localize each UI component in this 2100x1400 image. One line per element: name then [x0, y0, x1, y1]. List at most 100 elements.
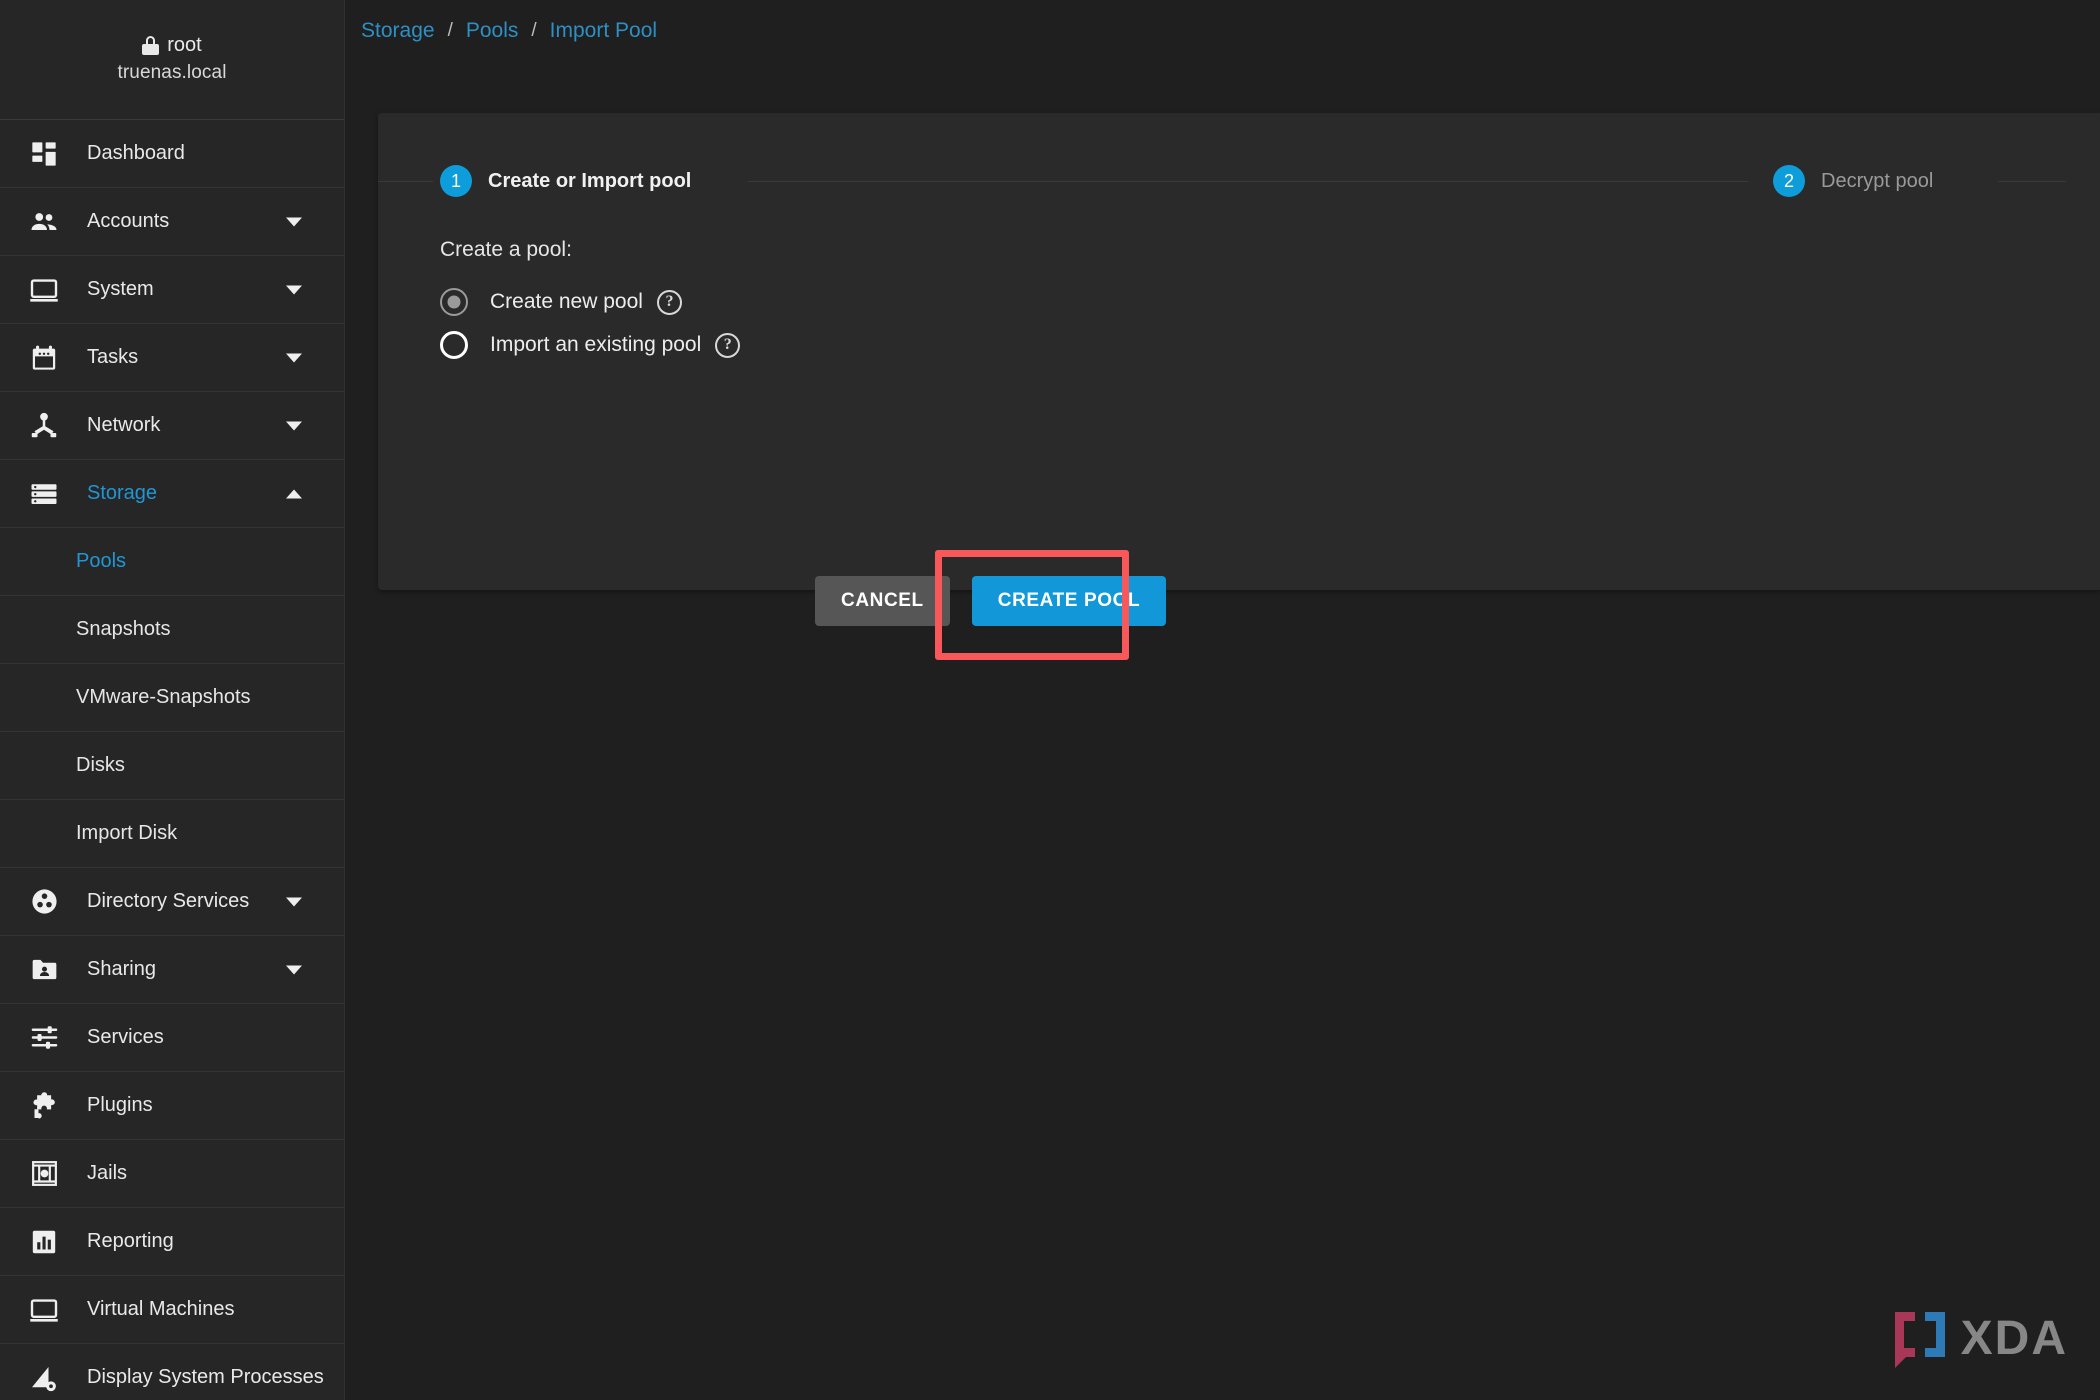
share-folder-icon	[22, 955, 66, 984]
cancel-button[interactable]: CANCEL	[815, 576, 950, 626]
sidebar-item-label: Network	[87, 414, 161, 436]
sidebar-subitem-snapshots[interactable]: Snapshots	[0, 596, 344, 664]
sidebar-item-label: Plugins	[87, 1094, 153, 1116]
stepper-line-start	[378, 181, 433, 182]
sidebar-header: root truenas.local	[0, 0, 344, 120]
breadcrumb-pools[interactable]: Pools	[466, 19, 519, 43]
step-label: Decrypt pool	[1821, 169, 1934, 192]
chevron-down-icon[interactable]	[286, 285, 302, 294]
sidebar-subitem-label: Pools	[76, 550, 127, 572]
sidebar-item-label: Accounts	[87, 210, 170, 232]
breadcrumb: Storage / Pools / Import Pool	[345, 0, 2100, 62]
create-pool-form: Create a pool: Create new pool ? Import …	[440, 238, 741, 359]
sidebar-item-directory-services[interactable]: Directory Services	[0, 868, 344, 936]
radio-button[interactable]	[440, 288, 468, 316]
create-pool-button[interactable]: CREATE POOL	[971, 576, 1167, 626]
sidebar-username: root	[167, 34, 202, 56]
sliders-icon	[22, 1023, 66, 1052]
sidebar-item-network[interactable]: Network	[0, 392, 344, 460]
sidebar-item-display-system-processes[interactable]: Display System Processes	[0, 1344, 344, 1400]
wizard-step-create-or-import-pool[interactable]: 1 Create or Import pool	[440, 165, 691, 197]
sidebar-subitem-label: Snapshots	[76, 618, 171, 640]
sidebar-item-label: Reporting	[87, 1230, 174, 1252]
sidebar-item-plugins[interactable]: Plugins	[0, 1072, 344, 1140]
sidebar-item-label: Storage	[87, 482, 158, 504]
sidebar-item-dashboard[interactable]: Dashboard	[0, 120, 344, 188]
radio-button[interactable]	[440, 331, 468, 359]
xda-wordmark: XDA	[1960, 1311, 2068, 1365]
step-number-badge: 2	[1773, 165, 1805, 197]
main-content: Storage / Pools / Import Pool 1 Create o…	[345, 0, 2100, 1400]
sidebar-user-row: root	[142, 34, 202, 56]
jail-icon	[22, 1159, 66, 1188]
sidebar-item-label: Services	[87, 1026, 164, 1048]
sidebar-item-storage[interactable]: Storage	[0, 460, 344, 528]
sidebar-subitem-disks[interactable]: Disks	[0, 732, 344, 800]
sidebar-item-label: Dashboard	[87, 142, 185, 164]
sidebar-item-sharing[interactable]: Sharing	[0, 936, 344, 1004]
wizard-button-row: CANCEL CREATE POOL	[815, 576, 1167, 626]
xda-logo-mark	[1894, 1312, 1945, 1368]
breadcrumb-separator: /	[447, 20, 453, 41]
sidebar-subitem-import-disk[interactable]: Import Disk	[0, 800, 344, 868]
processes-icon	[22, 1363, 66, 1393]
calendar-icon	[22, 344, 66, 372]
sidebar-item-label: Directory Services	[87, 890, 250, 912]
radio-option-import-existing-pool[interactable]: Import an existing pool ?	[440, 331, 741, 359]
sidebar-item-services[interactable]: Services	[0, 1004, 344, 1072]
sidebar-subitem-label: Import Disk	[76, 822, 178, 844]
network-node-icon	[22, 411, 66, 441]
radio-option-create-new-pool[interactable]: Create new pool ?	[440, 288, 740, 316]
bar-chart-icon	[22, 1228, 66, 1256]
puzzle-icon	[22, 1091, 66, 1121]
form-title: Create a pool:	[440, 238, 572, 261]
monitor-icon	[22, 275, 66, 305]
sidebar-item-jails[interactable]: Jails	[0, 1140, 344, 1208]
sidebar-item-label: Jails	[87, 1162, 128, 1184]
sidebar-subitem-pools[interactable]: Pools	[0, 528, 344, 596]
stepper-line-end	[1998, 181, 2066, 182]
sidebar-item-tasks[interactable]: Tasks	[0, 324, 344, 392]
xda-watermark: XDA	[1889, 1308, 2068, 1368]
chevron-down-icon[interactable]	[286, 217, 302, 226]
sidebar-hostname: truenas.local	[117, 62, 227, 83]
sidebar-item-virtual-machines[interactable]: Virtual Machines	[0, 1276, 344, 1344]
lock-icon	[142, 35, 160, 55]
wizard-card: 1 Create or Import pool 2 Decrypt pool C…	[378, 113, 2100, 660]
sidebar-item-label: Display System Processes	[87, 1366, 324, 1388]
sidebar-item-label: Virtual Machines	[87, 1298, 235, 1320]
step-label: Create or Import pool	[488, 169, 692, 192]
sidebar-item-label: Tasks	[87, 346, 139, 368]
sidebar-item-system[interactable]: System	[0, 256, 344, 324]
help-circle-icon[interactable]: ?	[715, 332, 741, 358]
sidebar-subitem-vmware-snapshots[interactable]: VMware-Snapshots	[0, 664, 344, 732]
sidebar-item-label: Sharing	[87, 958, 156, 980]
breadcrumb-separator: /	[531, 20, 537, 41]
chevron-down-icon[interactable]	[286, 353, 302, 362]
chevron-up-icon[interactable]	[286, 489, 302, 498]
sidebar-item-accounts[interactable]: Accounts	[0, 188, 344, 256]
sidebar-subitem-label: VMware-Snapshots	[76, 686, 251, 708]
people-icon	[22, 207, 66, 237]
wizard-stepper: 1 Create or Import pool 2 Decrypt pool	[378, 113, 2100, 223]
sidebar-item-reporting[interactable]: Reporting	[0, 1208, 344, 1276]
truenas-app-window: root truenas.local Dashboard Accounts Sy…	[0, 0, 2100, 1400]
chevron-down-icon[interactable]	[286, 965, 302, 974]
sidebar: root truenas.local Dashboard Accounts Sy…	[0, 0, 345, 1400]
sidebar-item-label: System	[87, 278, 154, 300]
help-circle-icon[interactable]: ?	[656, 289, 682, 315]
radio-label: Create new pool	[490, 290, 643, 313]
monitor-icon	[22, 1295, 66, 1325]
chevron-down-icon[interactable]	[286, 421, 302, 430]
breadcrumb-import-pool: Import Pool	[549, 19, 658, 42]
radio-label: Import an existing pool	[490, 333, 702, 356]
chevron-down-icon[interactable]	[286, 897, 302, 906]
wizard-step-decrypt-pool[interactable]: 2 Decrypt pool	[1773, 165, 1933, 197]
dashboard-icon	[22, 140, 66, 168]
step-number-badge: 1	[440, 165, 472, 197]
sidebar-subitem-label: Disks	[76, 754, 125, 776]
stepper-line-middle	[748, 181, 1748, 182]
directory-icon	[22, 887, 66, 916]
storage-stack-icon	[22, 479, 66, 509]
breadcrumb-storage[interactable]: Storage	[361, 19, 435, 43]
